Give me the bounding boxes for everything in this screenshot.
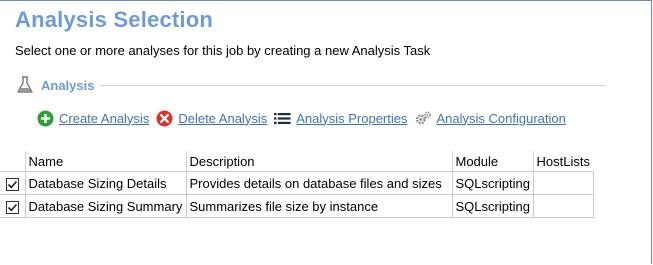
row-description: Provides details on database files and s… — [185, 171, 453, 195]
check-icon — [7, 180, 17, 188]
analysis-toolbar: Create Analysis Delete Analysis Analysis… — [37, 108, 573, 128]
create-analysis-label: Create Analysis — [59, 110, 150, 126]
row-checkbox-cell — [0, 171, 26, 195]
row-module: SQLscripting — [451, 194, 534, 218]
row-checkbox[interactable] — [5, 177, 19, 191]
delete-analysis-label: Delete Analysis — [178, 110, 268, 126]
analysis-configuration-button[interactable]: Analysis Configuration — [415, 110, 566, 127]
gears-icon — [415, 110, 432, 127]
page-subtitle: Select one or more analyses for this job… — [15, 43, 431, 58]
checkbox-column-header — [0, 151, 26, 172]
check-icon — [7, 203, 17, 211]
table-row[interactable]: Database Sizing Details Provides details… — [0, 171, 594, 195]
row-hostlists — [532, 194, 594, 218]
analysis-configuration-label: Analysis Configuration — [436, 110, 566, 126]
row-hostlists — [532, 171, 594, 195]
delete-analysis-button[interactable]: Delete Analysis — [156, 110, 267, 127]
analysis-group-header: Analysis — [16, 75, 606, 95]
analysis-properties-label: Analysis Properties — [296, 110, 408, 126]
table-header-row: Name Description Module HostLists — [0, 151, 593, 172]
column-header-description[interactable]: Description — [186, 151, 453, 172]
row-module: SQLscripting — [451, 171, 534, 195]
column-header-hostlists[interactable]: HostLists — [533, 151, 593, 172]
table-row[interactable]: Database Sizing Summary Summarizes file … — [0, 194, 594, 218]
row-name: Database Sizing Details — [24, 171, 187, 195]
analysis-group-label: Analysis — [41, 77, 95, 93]
flask-icon — [16, 76, 34, 94]
row-checkbox-cell — [0, 194, 26, 218]
row-name: Database Sizing Summary — [24, 194, 187, 218]
analysis-table: Name Description Module HostLists Databa… — [0, 151, 594, 218]
page-title: Analysis Selection — [15, 7, 214, 32]
row-description: Summarizes file size by instance — [185, 194, 453, 218]
group-divider — [100, 84, 606, 86]
analysis-properties-button[interactable]: Analysis Properties — [274, 110, 408, 127]
column-header-module[interactable]: Module — [452, 151, 534, 172]
column-header-name[interactable]: Name — [25, 151, 187, 172]
list-icon — [274, 110, 291, 127]
row-checkbox[interactable] — [5, 200, 19, 214]
delete-circle-icon — [156, 110, 173, 127]
window-frame — [0, 0, 652, 264]
plus-circle-icon — [37, 110, 54, 127]
create-analysis-button[interactable]: Create Analysis — [37, 110, 149, 127]
